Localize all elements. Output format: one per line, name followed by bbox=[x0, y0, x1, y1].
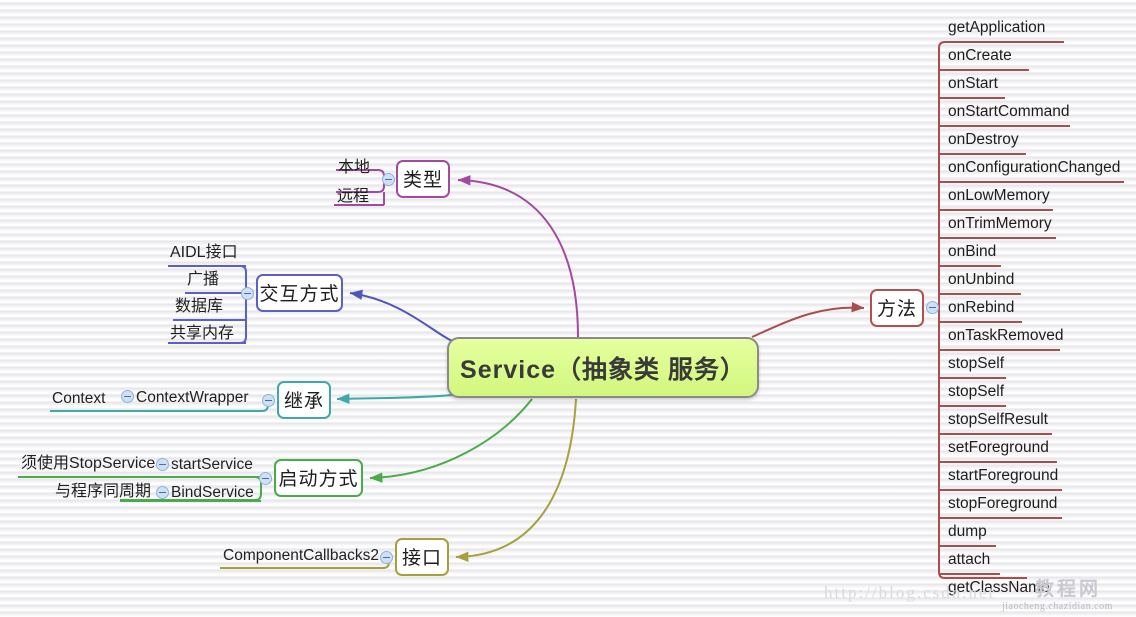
method-item-5[interactable]: onConfigurationChanged bbox=[948, 160, 1120, 176]
method-item-10[interactable]: onRebind bbox=[948, 300, 1014, 316]
branch-label-startup: 启动方式 bbox=[278, 468, 359, 490]
method-item-2[interactable]: onStart bbox=[948, 76, 998, 92]
toggle-type[interactable] bbox=[382, 173, 395, 186]
method-item-7[interactable]: onTrimMemory bbox=[948, 216, 1052, 232]
method-item-6[interactable]: onLowMemory bbox=[948, 188, 1050, 204]
leaf-interaction-shared-memory[interactable]: 共享内存 bbox=[170, 326, 234, 342]
branch-label-type: 类型 bbox=[403, 169, 444, 191]
toggle-context-wrapper[interactable] bbox=[121, 390, 134, 403]
leaf-type-local[interactable]: 本地 bbox=[338, 160, 370, 176]
method-item-4[interactable]: onDestroy bbox=[948, 132, 1019, 148]
edge-root-to-inheritance bbox=[336, 393, 453, 404]
branch-node-type[interactable]: 类型 bbox=[396, 160, 450, 198]
edge-root-to-type bbox=[457, 175, 579, 338]
leaf-interaction-database[interactable]: 数据库 bbox=[175, 299, 223, 315]
leaf-interface-component-callbacks2[interactable]: ComponentCallbacks2 bbox=[223, 548, 379, 564]
leaf-interaction-aidl[interactable]: AIDL接口 bbox=[170, 245, 238, 261]
leaf-inheritance-context-wrapper[interactable]: ContextWrapper bbox=[136, 390, 249, 406]
method-item-3[interactable]: onStartCommand bbox=[948, 104, 1069, 120]
branch-node-startup[interactable]: 启动方式 bbox=[274, 459, 363, 497]
branch-node-interface[interactable]: 接口 bbox=[395, 538, 449, 576]
toggle-interaction[interactable] bbox=[241, 287, 254, 300]
method-item-11[interactable]: onTaskRemoved bbox=[948, 328, 1063, 344]
leaf-interaction-broadcast[interactable]: 广播 bbox=[187, 272, 219, 288]
branch-node-interaction[interactable]: 交互方式 bbox=[256, 274, 343, 312]
branch-label-interface: 接口 bbox=[402, 547, 443, 569]
method-item-18[interactable]: dump bbox=[948, 524, 987, 540]
edge-root-to-interface bbox=[455, 398, 577, 563]
watermark-domain: jiaocheng.chazidian.com bbox=[1002, 601, 1113, 612]
watermark-site-name: 教程网 bbox=[1035, 579, 1102, 600]
mindmap-canvas: Service（抽象类 服务） 类型 交互方式 继承 启动方式 接口 方法 本地… bbox=[0, 0, 1136, 617]
leaf-startup-start-service[interactable]: startService bbox=[171, 457, 253, 473]
toggle-startup[interactable] bbox=[259, 472, 272, 485]
edge-root-to-startup bbox=[369, 398, 533, 483]
method-item-0[interactable]: getApplication bbox=[948, 20, 1045, 36]
method-item-17[interactable]: stopForeground bbox=[948, 496, 1057, 512]
toggle-interface[interactable] bbox=[380, 551, 393, 564]
method-item-1[interactable]: onCreate bbox=[948, 48, 1012, 64]
leaf-startup-start-service-note[interactable]: 须使用StopService bbox=[21, 456, 155, 472]
toggle-inheritance[interactable] bbox=[262, 394, 275, 407]
method-item-13[interactable]: stopSelf bbox=[948, 384, 1004, 400]
edge-root-to-methods bbox=[751, 301, 865, 338]
leaf-type-remote[interactable]: 远程 bbox=[337, 189, 369, 205]
watermark-url: http://blog.csdn.net bbox=[824, 583, 996, 602]
root-label: Service（抽象类 服务） bbox=[460, 355, 746, 384]
branch-node-inheritance[interactable]: 继承 bbox=[277, 381, 331, 419]
root-node[interactable]: Service（抽象类 服务） bbox=[447, 337, 759, 398]
edge-root-to-interaction bbox=[349, 289, 453, 342]
method-item-8[interactable]: onBind bbox=[948, 244, 996, 260]
method-item-19[interactable]: attach bbox=[948, 552, 990, 568]
branch-label-interaction: 交互方式 bbox=[259, 283, 340, 305]
leaf-startup-bind-service[interactable]: BindService bbox=[171, 485, 254, 501]
method-item-16[interactable]: startForeground bbox=[948, 468, 1058, 484]
branch-label-methods: 方法 bbox=[877, 298, 918, 320]
leaf-inheritance-context[interactable]: Context bbox=[52, 391, 105, 407]
method-item-15[interactable]: setForeground bbox=[948, 440, 1049, 456]
method-item-12[interactable]: stopSelf bbox=[948, 356, 1004, 372]
method-item-9[interactable]: onUnbind bbox=[948, 272, 1014, 288]
toggle-bind-service[interactable] bbox=[156, 486, 169, 499]
method-item-14[interactable]: stopSelfResult bbox=[948, 412, 1048, 428]
toggle-methods[interactable] bbox=[926, 301, 939, 314]
leaf-startup-bind-service-note[interactable]: 与程序同周期 bbox=[55, 484, 151, 500]
branch-node-methods[interactable]: 方法 bbox=[870, 289, 924, 327]
branch-label-inheritance: 继承 bbox=[284, 390, 325, 412]
toggle-start-service[interactable] bbox=[156, 458, 169, 471]
